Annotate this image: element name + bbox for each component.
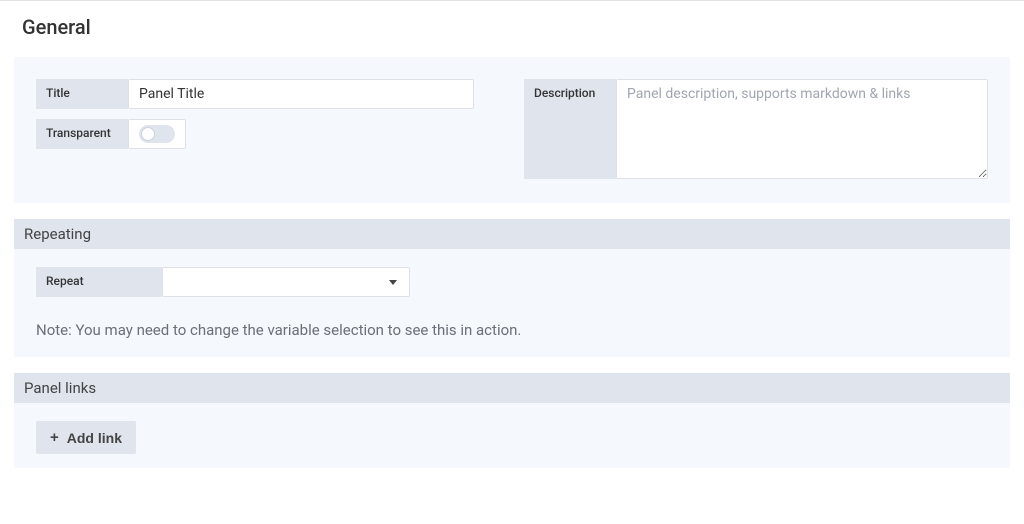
repeating-section: Repeating Repeat Note: You may need to c… [14, 219, 1010, 357]
page-title: General [0, 1, 1024, 57]
repeating-heading: Repeating [14, 219, 1010, 249]
toggle-knob [141, 127, 155, 141]
panel-links-heading: Panel links [14, 373, 1010, 403]
repeat-note: Note: You may need to change the variabl… [14, 307, 1010, 343]
description-textarea[interactable] [616, 79, 988, 179]
transparent-label: Transparent [36, 119, 128, 149]
repeat-select[interactable] [162, 267, 410, 297]
plus-icon: + [50, 429, 59, 446]
title-label: Title [36, 79, 128, 109]
panel-links-section: Panel links + Add link [14, 373, 1010, 468]
transparent-toggle-wrap [128, 119, 186, 149]
title-input[interactable] [128, 79, 474, 109]
general-section: Title Transparent Description [14, 57, 1010, 203]
repeat-label: Repeat [36, 267, 162, 297]
add-link-label: Add link [67, 430, 122, 446]
add-link-button[interactable]: + Add link [36, 421, 136, 454]
description-label: Description [524, 79, 616, 179]
caret-down-icon [389, 280, 397, 285]
transparent-toggle[interactable] [139, 125, 175, 143]
